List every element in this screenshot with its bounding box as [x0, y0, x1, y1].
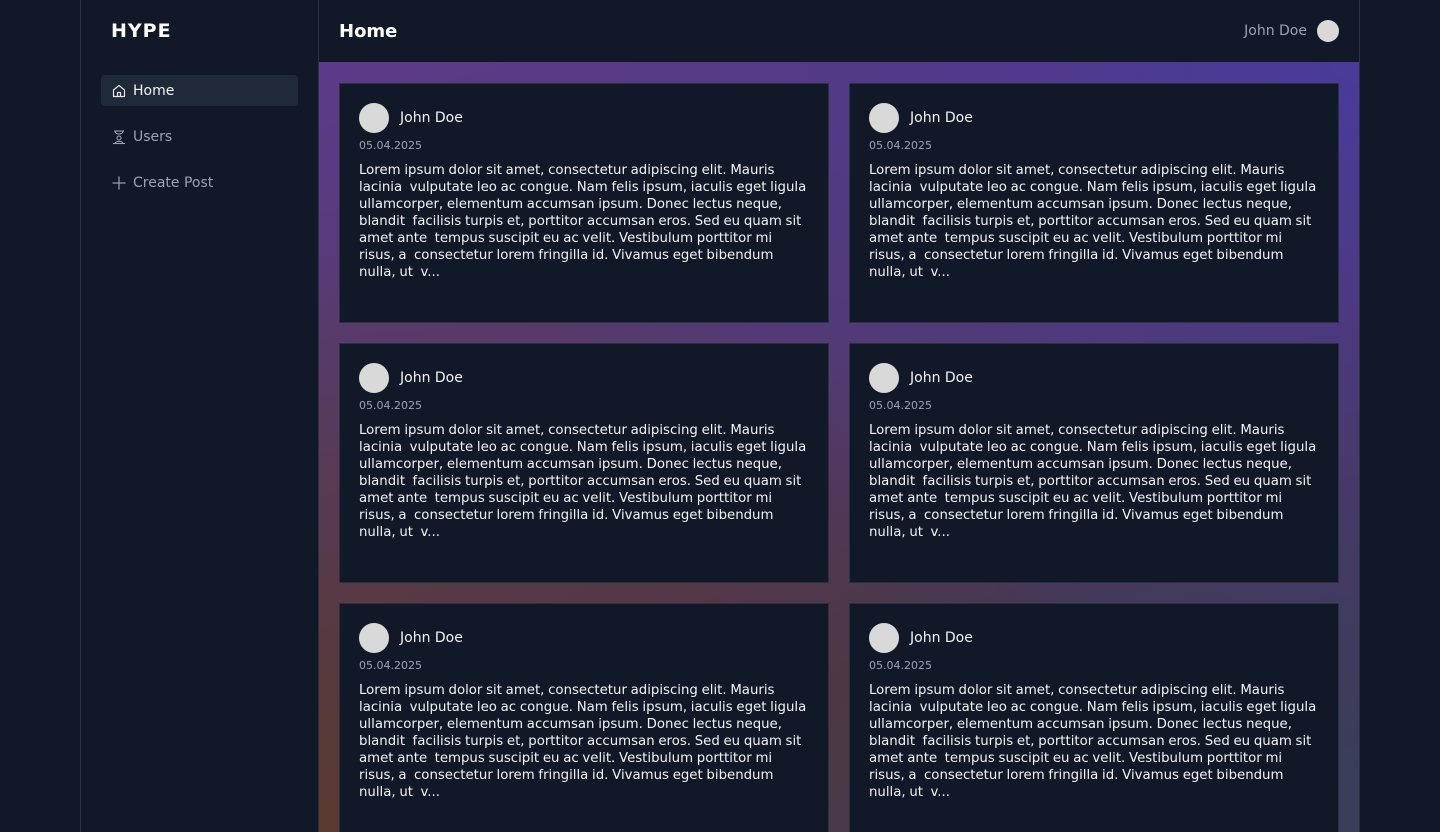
users-icon: [111, 129, 127, 145]
post-date: 05.04.2025: [359, 399, 422, 412]
sidebar-item-create-post[interactable]: Create Post: [101, 167, 298, 198]
avatar[interactable]: [1317, 20, 1339, 42]
post-card[interactable]: John Doe 05.04.2025 Lorem ipsum dolor si…: [339, 343, 829, 583]
post-author-avatar[interactable]: [359, 623, 389, 653]
post-card[interactable]: John Doe 05.04.2025 Lorem ipsum dolor si…: [849, 343, 1339, 583]
post-text: Lorem ipsum dolor sit amet, consectetur …: [869, 423, 1324, 540]
post-author[interactable]: John Doe: [400, 110, 463, 126]
post-author[interactable]: John Doe: [400, 630, 463, 646]
sidebar-item-label: Create Post: [133, 174, 214, 191]
post-date: 05.04.2025: [869, 139, 932, 152]
post-author-avatar[interactable]: [869, 363, 899, 393]
post-author-avatar[interactable]: [869, 623, 899, 653]
post-author[interactable]: John Doe: [910, 630, 973, 646]
sidebar-item-label: Users: [133, 128, 173, 145]
user-name: John Doe: [1244, 23, 1307, 39]
post-date: 05.04.2025: [359, 659, 422, 672]
post-author-avatar[interactable]: [359, 363, 389, 393]
home-icon: [111, 83, 127, 99]
post-date: 05.04.2025: [869, 659, 932, 672]
sidebar-nav: Home Users Create Post: [101, 75, 298, 198]
top-header: Home John Doe: [319, 0, 1359, 62]
post-author-avatar[interactable]: [359, 103, 389, 133]
post-card[interactable]: John Doe 05.04.2025 Lorem ipsum dolor si…: [849, 83, 1339, 323]
sidebar-item-users[interactable]: Users: [101, 121, 298, 152]
post-header: John Doe: [359, 363, 809, 393]
sidebar: HYPE Home Users Create Post: [81, 0, 319, 832]
post-date: 05.04.2025: [359, 139, 422, 152]
brand-logo[interactable]: HYPE: [101, 0, 298, 62]
app-shell: HYPE Home Users Create Post Home John Do…: [80, 0, 1360, 832]
post-text: Lorem ipsum dolor sit amet, consectetur …: [869, 683, 1324, 800]
post-author[interactable]: John Doe: [910, 110, 973, 126]
post-text: Lorem ipsum dolor sit amet, consectetur …: [359, 683, 814, 800]
post-header: John Doe: [359, 623, 809, 653]
post-header: John Doe: [869, 363, 1319, 393]
post-header: John Doe: [869, 623, 1319, 653]
user-menu[interactable]: John Doe: [1244, 20, 1339, 42]
post-header: John Doe: [869, 103, 1319, 133]
post-card[interactable]: John Doe 05.04.2025 Lorem ipsum dolor si…: [339, 83, 829, 323]
sidebar-item-home[interactable]: Home: [101, 75, 298, 106]
post-author[interactable]: John Doe: [400, 370, 463, 386]
main-area: Home John Doe John Doe 05.04.2025 Lorem …: [319, 0, 1359, 832]
post-header: John Doe: [359, 103, 809, 133]
post-date: 05.04.2025: [869, 399, 932, 412]
posts-feed[interactable]: John Doe 05.04.2025 Lorem ipsum dolor si…: [319, 62, 1359, 832]
page-title: Home: [339, 20, 398, 42]
post-author[interactable]: John Doe: [910, 370, 973, 386]
post-text: Lorem ipsum dolor sit amet, consectetur …: [359, 163, 814, 280]
post-card[interactable]: John Doe 05.04.2025 Lorem ipsum dolor si…: [339, 603, 829, 832]
plus-icon: [111, 175, 127, 191]
post-card[interactable]: John Doe 05.04.2025 Lorem ipsum dolor si…: [849, 603, 1339, 832]
post-author-avatar[interactable]: [869, 103, 899, 133]
post-text: Lorem ipsum dolor sit amet, consectetur …: [869, 163, 1324, 280]
post-text: Lorem ipsum dolor sit amet, consectetur …: [359, 423, 814, 540]
sidebar-item-label: Home: [133, 82, 175, 99]
